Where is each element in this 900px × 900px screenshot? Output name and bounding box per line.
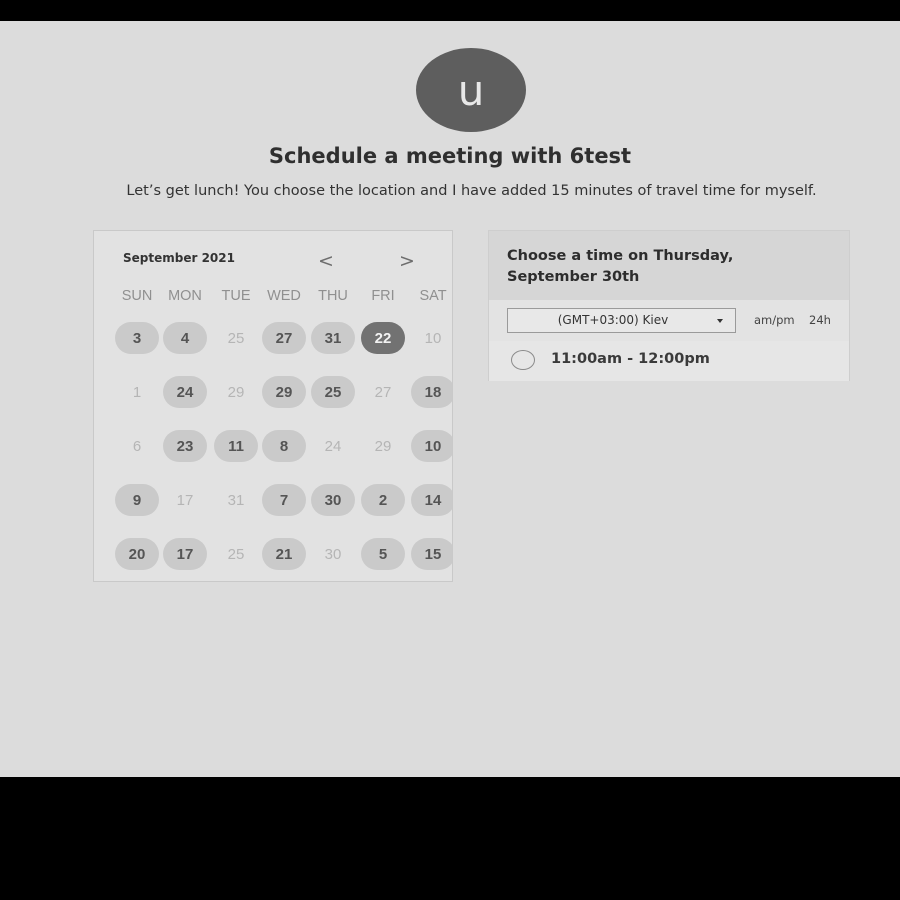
available-day[interactable]: 24	[163, 376, 207, 408]
available-day[interactable]: 15	[411, 538, 452, 570]
scheduling-page: u Schedule a meeting with 6test Let’s ge…	[0, 21, 900, 777]
weekday-label: SAT	[419, 288, 447, 304]
available-day[interactable]: 25	[311, 376, 355, 408]
unavailable-day: 25	[227, 545, 245, 563]
available-day[interactable]: 10	[411, 430, 452, 462]
calendar: September 2021 < > SUN MON TUE WED THU FRI SAT…	[93, 230, 453, 582]
available-day[interactable]: 31	[311, 322, 355, 354]
available-day[interactable]: 18	[411, 376, 452, 408]
available-day[interactable]: 30	[311, 484, 355, 516]
available-day[interactable]: 27	[262, 322, 306, 354]
available-day[interactable]: 20	[115, 538, 159, 570]
timezone-value: (GMT+03:00) Kiev	[557, 313, 669, 327]
available-day[interactable]: 21	[262, 538, 306, 570]
unavailable-day: 27	[374, 383, 392, 401]
selected-day[interactable]: 22	[361, 322, 405, 354]
time-panel-header: Choose a time on Thursday, September 30t…	[489, 231, 849, 300]
available-day[interactable]: 2	[361, 484, 405, 516]
unavailable-day: 10	[424, 329, 442, 347]
available-day[interactable]: 29	[262, 376, 306, 408]
weekday-label: SUN	[121, 288, 153, 304]
unavailable-day: 31	[227, 491, 245, 509]
ampm-format-toggle[interactable]: am/pm	[754, 313, 795, 327]
available-day[interactable]: 11	[214, 430, 258, 462]
available-day[interactable]: 9	[115, 484, 159, 516]
unavailable-day: 29	[374, 437, 392, 455]
time-slot[interactable]: 11:00am - 12:00pm	[489, 341, 849, 381]
unavailable-day: 17	[176, 491, 194, 509]
avatar-letter: u	[457, 65, 485, 115]
weekday-label: FRI	[371, 288, 395, 304]
unavailable-day: 25	[227, 329, 245, 347]
available-day[interactable]: 17	[163, 538, 207, 570]
unavailable-day: 1	[132, 383, 142, 401]
available-day[interactable]: 8	[262, 430, 306, 462]
weekday-label: MON	[168, 288, 202, 304]
chevron-down-icon	[717, 319, 723, 323]
24h-format-toggle[interactable]: 24h	[809, 313, 831, 327]
weekday-label: WED	[267, 288, 301, 304]
weekday-label: TUE	[221, 288, 251, 304]
avatar: u	[416, 48, 526, 132]
radio-icon[interactable]	[511, 350, 535, 370]
weekday-label: THU	[318, 288, 348, 304]
time-selection-panel: Choose a time on Thursday, September 30t…	[488, 230, 850, 381]
time-slot-label: 11:00am - 12:00pm	[551, 351, 710, 367]
page-title: Schedule a meeting with 6test	[268, 144, 632, 168]
page-description: Let’s get lunch! You choose the location…	[126, 183, 817, 199]
available-day[interactable]: 23	[163, 430, 207, 462]
calendar-month-label: September 2021	[123, 251, 235, 265]
unavailable-day: 6	[132, 437, 142, 455]
available-day[interactable]: 14	[411, 484, 452, 516]
available-day[interactable]: 7	[262, 484, 306, 516]
next-month-icon[interactable]: >	[399, 250, 415, 272]
unavailable-day: 30	[324, 545, 342, 563]
unavailable-day: 29	[227, 383, 245, 401]
time-panel-heading: Choose a time on Thursday, September 30t…	[507, 248, 734, 285]
prev-month-icon[interactable]: <	[318, 250, 334, 272]
timezone-select[interactable]: (GMT+03:00) Kiev	[507, 308, 736, 333]
available-day[interactable]: 5	[361, 538, 405, 570]
available-day[interactable]: 3	[115, 322, 159, 354]
available-day[interactable]: 4	[163, 322, 207, 354]
unavailable-day: 24	[324, 437, 342, 455]
